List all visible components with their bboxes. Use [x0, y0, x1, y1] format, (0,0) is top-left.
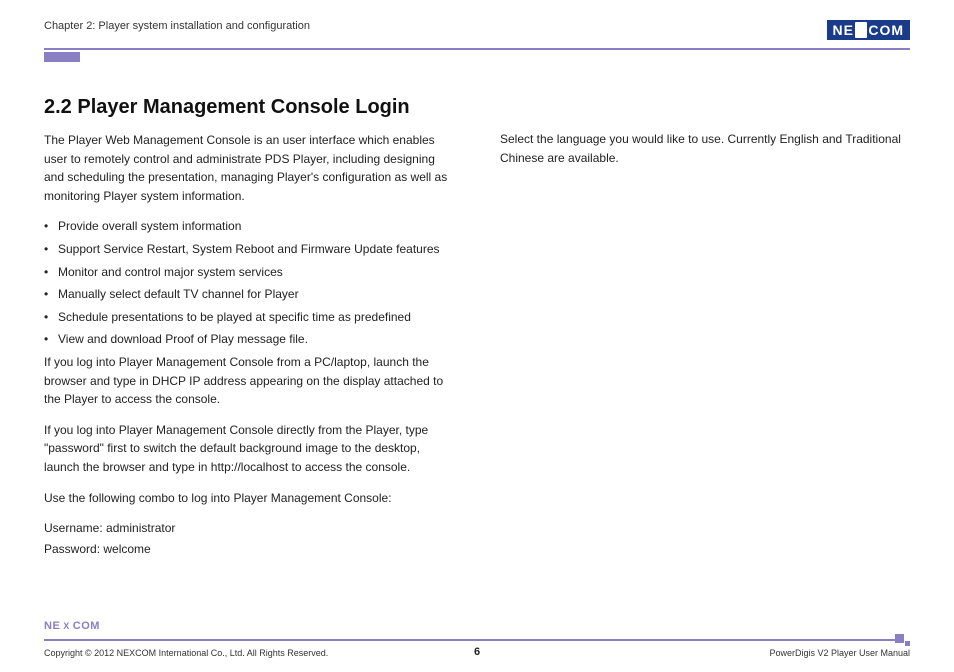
password-line: Password: welcome: [44, 540, 454, 559]
footer-logo-x-icon: X: [63, 621, 70, 631]
feature-list: Provide overall system information Suppo…: [44, 217, 454, 349]
combo-paragraph: Use the following combo to log into Play…: [44, 489, 454, 508]
footer-logo-right: COM: [73, 620, 100, 632]
header-rule: [44, 48, 910, 50]
list-item: Manually select default TV channel for P…: [44, 285, 454, 304]
list-item: Provide overall system information: [44, 217, 454, 236]
section-heading: 2.2 Player Management Console Login: [44, 96, 454, 119]
list-item: Monitor and control major system service…: [44, 263, 454, 282]
footer-logo: NEXCOM: [44, 620, 910, 632]
language-paragraph: Select the language you would like to us…: [500, 130, 910, 167]
direct-login-paragraph: If you log into Player Management Consol…: [44, 421, 454, 477]
list-item: Support Service Restart, System Reboot a…: [44, 240, 454, 259]
column-left: 2.2 Player Management Console Login The …: [44, 96, 454, 570]
footer-square-large-icon: [895, 634, 904, 643]
manual-name: PowerDigis V2 Player User Manual: [769, 648, 910, 658]
chapter-label: Chapter 2: Player system installation an…: [44, 20, 310, 32]
pc-login-paragraph: If you log into Player Management Consol…: [44, 353, 454, 409]
footer-rule: [44, 639, 900, 641]
logo-text-left: NE: [833, 22, 854, 38]
footer-logo-left: NE: [44, 620, 60, 632]
intro-paragraph: The Player Web Management Console is an …: [44, 131, 454, 205]
footer-rule-container: [44, 634, 910, 644]
brand-logo: NE X COM: [827, 20, 910, 40]
list-item: View and download Proof of Play message …: [44, 330, 454, 349]
content-columns: 2.2 Player Management Console Login The …: [44, 96, 910, 570]
accent-block: [44, 52, 80, 62]
username-line: Username: administrator: [44, 519, 454, 538]
column-right: Select the language you would like to us…: [500, 96, 910, 570]
list-item: Schedule presentations to be played at s…: [44, 308, 454, 327]
page-number: 6: [474, 646, 480, 658]
logo-box: NE X COM: [827, 20, 910, 40]
footer-square-small-icon: [905, 641, 910, 646]
logo-x-icon: X: [855, 22, 867, 38]
logo-text-right: COM: [868, 22, 904, 38]
copyright-text: Copyright © 2012 NEXCOM International Co…: [44, 648, 328, 658]
page-header: Chapter 2: Player system installation an…: [44, 20, 910, 42]
